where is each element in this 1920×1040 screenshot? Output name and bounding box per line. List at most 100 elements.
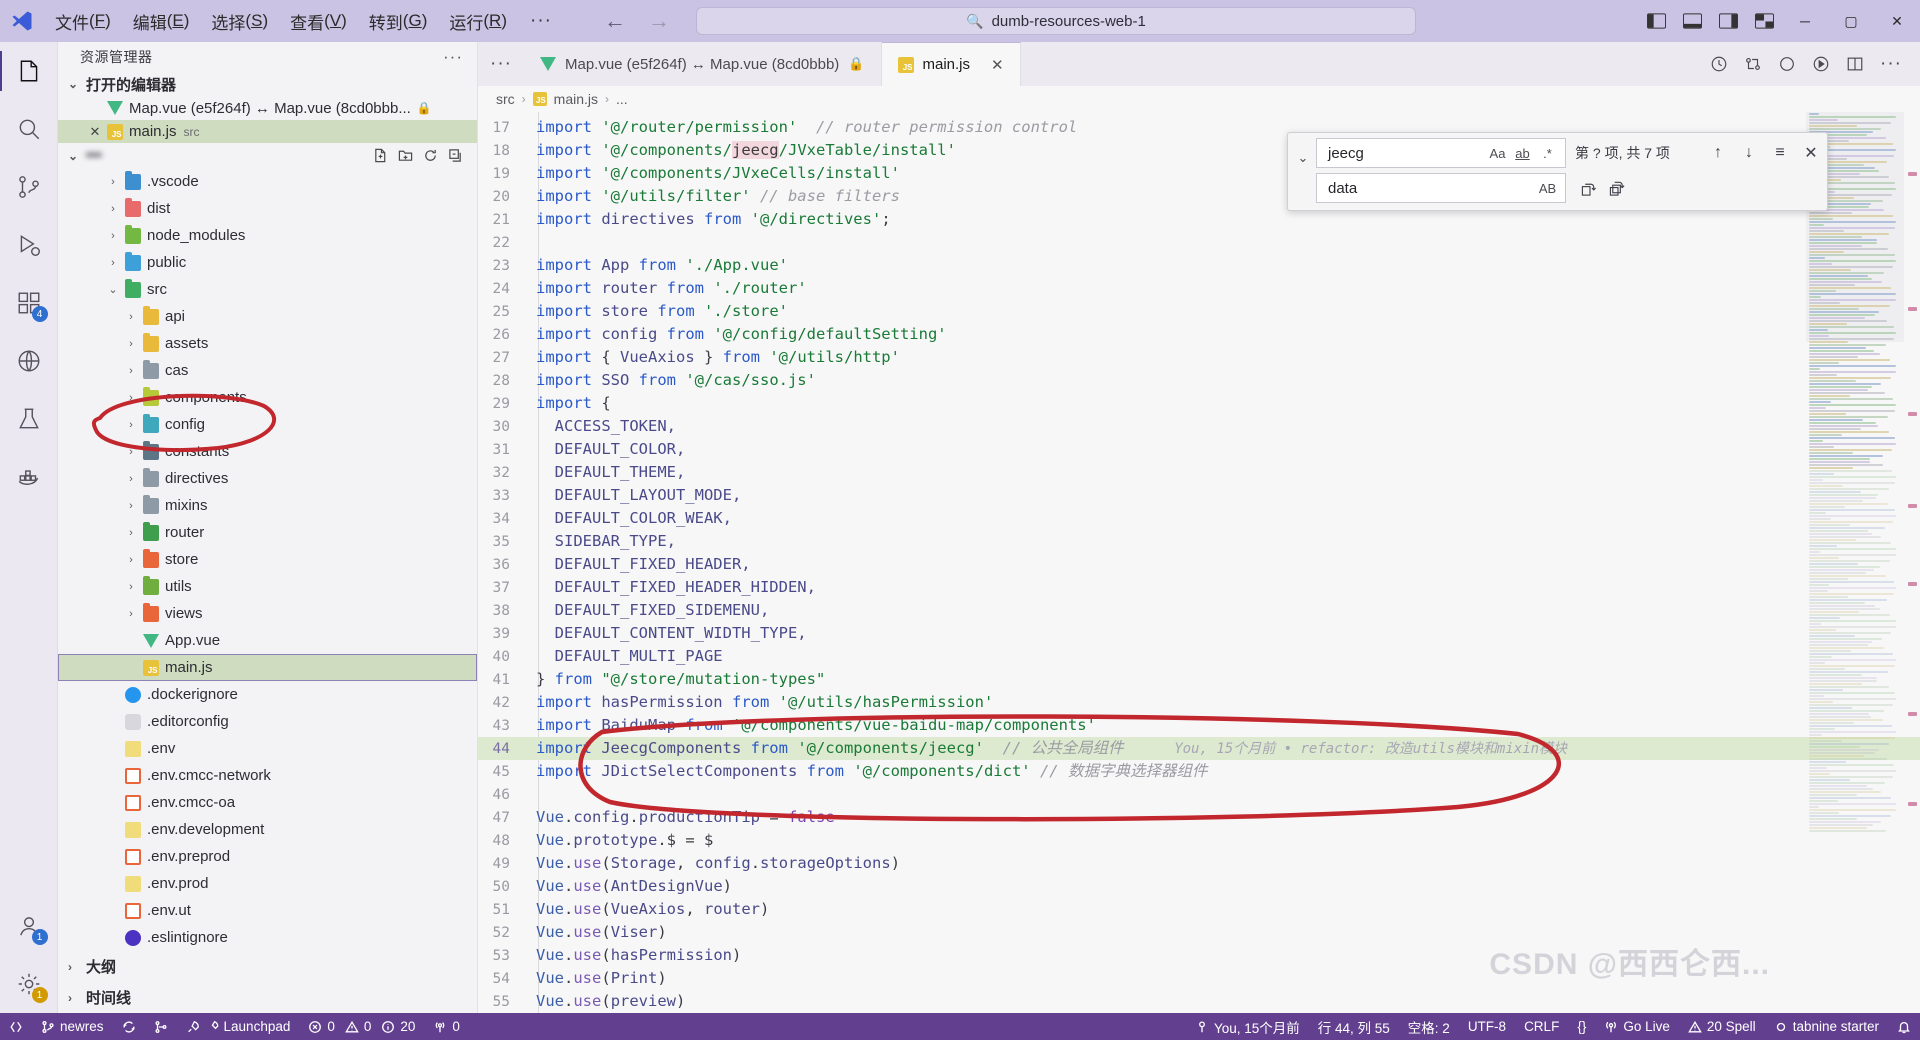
menu-file[interactable]: 文件(F) [44,6,122,36]
menu-more-button[interactable]: ··· [518,10,564,32]
customize-layout-icon[interactable] [1746,0,1782,42]
tree-item-mixins[interactable]: › mixins [58,492,477,519]
tree-item-env-ut[interactable]: .env.ut [58,897,477,924]
new-folder-icon[interactable] [398,148,413,163]
tree-item-node-modules[interactable]: › node_modules [58,222,477,249]
toggle-replace-icon[interactable]: ⌄ [1290,138,1316,203]
menu-selection[interactable]: 选择(S) [200,6,279,36]
find-input[interactable]: jeecg Aa ab .* [1316,138,1566,168]
menu-go[interactable]: 转到(G) [358,6,439,36]
vertical-scrollbar[interactable] [1904,112,1920,1013]
tree-item-components[interactable]: › components [58,384,477,411]
tree-item-src[interactable]: ⌄ src [58,276,477,303]
toggle-panel-icon[interactable] [1674,0,1710,42]
activity-item-settings[interactable]: 1 [0,955,58,1013]
tab-map-vue-diff[interactable]: Map.vue (e5f264f) ↔ Map.vue (8cd0bbb) 🔒 [523,42,882,86]
forward-arrow-icon[interactable]: → [648,10,670,32]
section-open-editors[interactable]: ⌄ 打开的编辑器 [58,72,477,97]
toggle-secondary-sidebar-icon[interactable] [1710,0,1746,42]
open-editor-map-vue-diff[interactable]: Map.vue (e5f264f) ↔ Map.vue (8cd0bbb... … [58,97,477,120]
window-close-button[interactable]: ✕ [1874,0,1920,42]
split-editor-icon[interactable] [1846,55,1864,73]
compare-icon[interactable] [1744,55,1762,73]
tree-item-cas[interactable]: › cas [58,357,477,384]
close-find-widget-icon[interactable]: ✕ [1801,143,1821,163]
find-next-icon[interactable]: ↓ [1739,144,1759,162]
status-problems[interactable]: 0 0 20 [299,1013,424,1040]
run-icon[interactable] [1812,55,1830,73]
collapse-all-icon[interactable] [448,148,463,163]
status-encoding[interactable]: UTF-8 [1459,1013,1515,1040]
status-launchpad[interactable]: Launchpad [177,1013,300,1040]
tree-item-editorconfig[interactable]: .editorconfig [58,708,477,735]
breadcrumb-symbol[interactable]: ... [616,91,628,107]
tree-item-env-cmcc-network[interactable]: .env.cmcc-network [58,762,477,789]
activity-item-extensions[interactable]: 4 [0,274,58,332]
status-go-live[interactable]: Go Live [1595,1013,1679,1040]
section-project-folder[interactable]: ⌄ ••• [58,143,477,168]
tree-item-vscode[interactable]: › .vscode [58,168,477,195]
status-git-blame[interactable]: You, 15个月前 [1186,1013,1309,1040]
tree-item-app-vue[interactable]: App.vue [58,627,477,654]
code-editor[interactable]: 17 import '@/router/permission' // router… [478,112,1920,1013]
status-spell-checker[interactable]: 20 Spell [1679,1013,1765,1040]
open-editor-main-js[interactable]: ✕ main.js src [58,120,477,144]
activity-item-explorer[interactable] [0,42,58,100]
toggle-primary-sidebar-icon[interactable] [1638,0,1674,42]
tree-item-router[interactable]: › router [58,519,477,546]
history-icon[interactable] [1710,55,1728,73]
tree-item-env-prod[interactable]: .env.prod [58,870,477,897]
tree-item-env[interactable]: .env [58,735,477,762]
tree-item-env-preprod[interactable]: .env.preprod [58,843,477,870]
status-notifications[interactable] [1888,1013,1920,1040]
tree-item-store[interactable]: › store [58,546,477,573]
status-branch[interactable]: newres [32,1013,113,1040]
find-replace-widget[interactable]: ⌄ jeecg Aa ab .* 第 ? 项, 共 7 项 ↑ ↓ ≡ ✕ da… [1287,132,1828,211]
command-center-search[interactable]: 🔍 dumb-resources-web-1 [695,7,1416,35]
find-previous-icon[interactable]: ↑ [1708,144,1728,162]
replace-icon[interactable] [1581,180,1598,197]
code-scroll-region[interactable]: 17 import '@/router/permission' // router… [478,112,1920,1013]
tab-overflow-button[interactable]: ··· [478,42,524,86]
status-sync[interactable] [113,1013,145,1040]
activity-item-search[interactable] [0,100,58,158]
tree-item-public[interactable]: › public [58,249,477,276]
preserve-case-toggle[interactable]: AB [1535,176,1560,200]
match-case-toggle[interactable]: Aa [1485,141,1510,165]
tree-item-config[interactable]: › config [58,411,477,438]
activity-item-testing[interactable] [0,390,58,448]
activity-item-remote-explorer[interactable] [0,332,58,390]
breadcrumb-src[interactable]: src [496,91,515,107]
status-eol[interactable]: CRLF [1515,1013,1568,1040]
status-tabnine[interactable]: tabnine starter [1765,1013,1888,1040]
tree-item-dockerignore[interactable]: .dockerignore [58,681,477,708]
window-minimize-button[interactable]: ─ [1782,0,1828,42]
close-icon[interactable]: ✕ [86,124,104,140]
activity-item-accounts[interactable]: 1 [0,897,58,955]
tree-item-constants[interactable]: › constants [58,438,477,465]
more-actions-icon[interactable]: ··· [1880,53,1902,75]
status-cursor-position[interactable]: 行 44, 列 55 [1309,1013,1399,1040]
use-regex-toggle[interactable]: .* [1535,141,1560,165]
window-maximize-button[interactable]: ▢ [1828,0,1874,42]
close-icon[interactable]: ✕ [991,56,1004,74]
menu-view[interactable]: 查看(V) [279,6,358,36]
tree-item-views[interactable]: › views [58,600,477,627]
refresh-icon[interactable] [423,148,438,163]
section-timeline[interactable]: › 时间线 [58,982,477,1013]
new-file-icon[interactable] [373,148,388,163]
activity-item-docker[interactable] [0,448,58,506]
tree-item-dist[interactable]: › dist [58,195,477,222]
tree-item-eslintignore[interactable]: .eslintignore [58,924,477,951]
tree-item-env-development[interactable]: .env.development [58,816,477,843]
find-in-selection-icon[interactable]: ≡ [1770,144,1790,162]
tree-item-env-cmcc-oa[interactable]: .env.cmcc-oa [58,789,477,816]
tree-item-directives[interactable]: › directives [58,465,477,492]
status-language-mode[interactable]: {} [1568,1013,1595,1040]
back-arrow-icon[interactable]: ← [604,10,626,32]
section-outline[interactable]: › 大纲 [58,951,477,982]
replace-input[interactable]: data AB [1316,173,1566,203]
source-code[interactable]: 17 import '@/router/permission' // router… [478,112,1920,1013]
status-git-graph[interactable] [145,1013,177,1040]
whole-word-toggle[interactable]: ab [1510,141,1535,165]
